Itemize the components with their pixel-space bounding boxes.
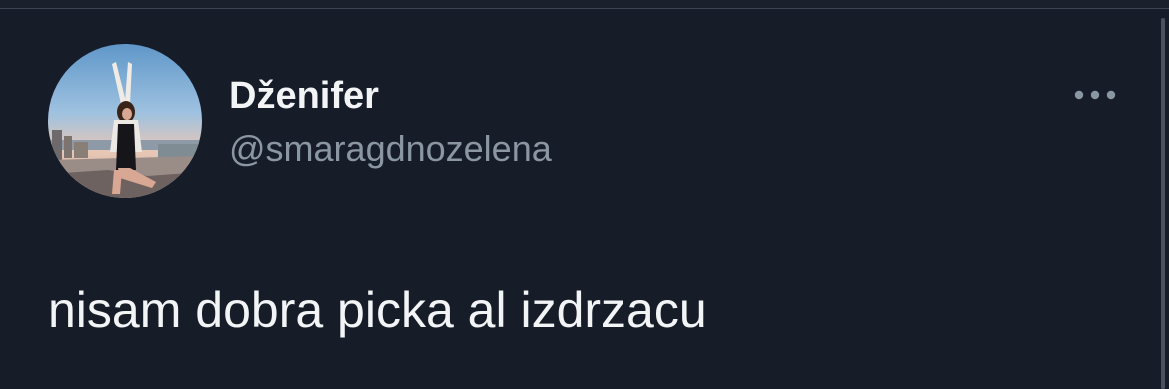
avatar[interactable] <box>48 44 202 198</box>
avatar-photo <box>48 44 202 198</box>
tweet-text: nisam dobra picka al izdrzacu <box>48 282 707 338</box>
display-name[interactable]: Dženifer <box>229 72 379 120</box>
more-horizontal-icon <box>1074 90 1116 100</box>
top-divider <box>0 0 1169 9</box>
scrollbar[interactable] <box>1155 18 1169 389</box>
scrollbar-thumb[interactable] <box>1161 18 1165 389</box>
user-handle[interactable]: @smaragdnozelena <box>229 126 552 172</box>
more-options-button[interactable] <box>1068 80 1122 110</box>
